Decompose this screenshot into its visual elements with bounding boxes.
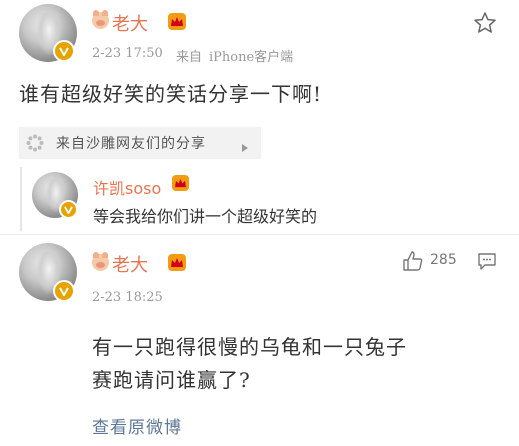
divider: [0, 234, 519, 235]
chevron-right-icon: [241, 138, 249, 152]
verified-badge-icon: [53, 280, 75, 302]
post-source-prefix: 来自: [176, 50, 203, 65]
crown-badge-icon: [172, 175, 189, 191]
thumbs-up-icon[interactable]: [402, 250, 424, 272]
pig-emoji-icon: [92, 252, 109, 271]
comment1-text: 等会我给你们讲一个超级好笑的: [93, 207, 318, 226]
comment-icon[interactable]: [477, 251, 497, 271]
star-icon[interactable]: [473, 11, 497, 35]
verified-badge-icon: [59, 200, 78, 219]
comment1-username[interactable]: 许凯soso: [93, 175, 161, 199]
shared-from-bar[interactable]: 来自沙雕网友们的分享: [19, 127, 261, 159]
crown-badge-icon: [168, 13, 186, 30]
post-date: 2-23 17:50: [92, 46, 163, 61]
comment2-text-line2: 赛跑请问谁赢了?: [92, 368, 251, 392]
like-count: 285: [430, 252, 457, 268]
comment1-accent-line: [20, 167, 22, 231]
comment2-username[interactable]: 老大: [112, 251, 148, 277]
comment2-date: 2-23 18:25: [92, 290, 163, 305]
crown-badge-icon: [168, 254, 186, 271]
pig-emoji-icon: [92, 10, 109, 29]
view-original-link[interactable]: 查看原微博: [92, 413, 182, 438]
post-source[interactable]: iPhone客户端: [209, 46, 293, 65]
shared-from-label: 来自沙雕网友们的分享: [56, 136, 206, 152]
loading-icon: [26, 134, 44, 152]
post-text: 谁有超级好笑的笑话分享一下啊!: [19, 82, 323, 106]
verified-badge-icon: [53, 40, 75, 62]
post-username[interactable]: 老大: [112, 10, 148, 36]
comment2-text-line1: 有一只跑得很慢的乌龟和一只兔子: [92, 335, 407, 359]
